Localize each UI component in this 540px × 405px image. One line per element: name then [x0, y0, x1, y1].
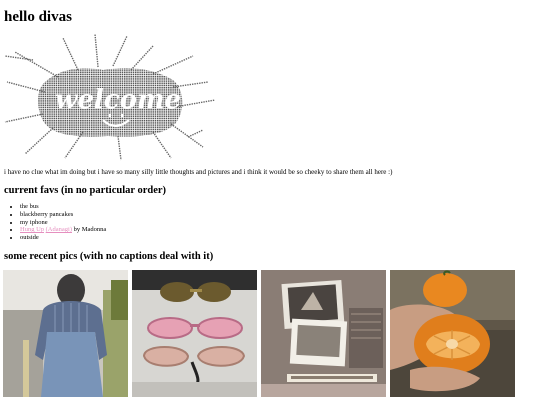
page: hello divas welcome i have no clue what … — [0, 0, 540, 405]
song-artist: by Madonna — [72, 226, 107, 234]
intro-text: i have no clue what im doing but i have … — [4, 168, 393, 176]
photo-sunglasses[interactable] — [132, 270, 257, 397]
favs-heading: current favs (in no particular order) — [4, 185, 167, 196]
song-link-alt[interactable]: (Adanagi) — [46, 226, 72, 233]
page-title: hello divas — [4, 9, 72, 25]
list-item: Hung Up (Adanagi) by Madonna — [20, 226, 106, 234]
welcome-art-text: welcome — [55, 85, 181, 115]
welcome-banner-image: welcome — [4, 33, 216, 161]
list-item: the bus — [20, 203, 106, 211]
list-item: blackberry pancakes — [20, 211, 106, 219]
photo-prints[interactable] — [261, 270, 386, 397]
list-item: outside — [20, 234, 106, 242]
photo-row2-2[interactable] — [132, 401, 257, 405]
photo-tangerine[interactable] — [390, 270, 515, 397]
song-link[interactable]: Hung Up — [20, 226, 44, 233]
photo-row2-1[interactable] — [3, 401, 128, 405]
favs-list: the bus blackberry pancakes my iphone Hu… — [4, 203, 106, 242]
pics-heading: some recent pics (with no captions deal … — [4, 251, 214, 262]
photo-person[interactable] — [3, 270, 128, 397]
list-item: my iphone — [20, 219, 106, 227]
photo-gallery — [3, 270, 519, 405]
